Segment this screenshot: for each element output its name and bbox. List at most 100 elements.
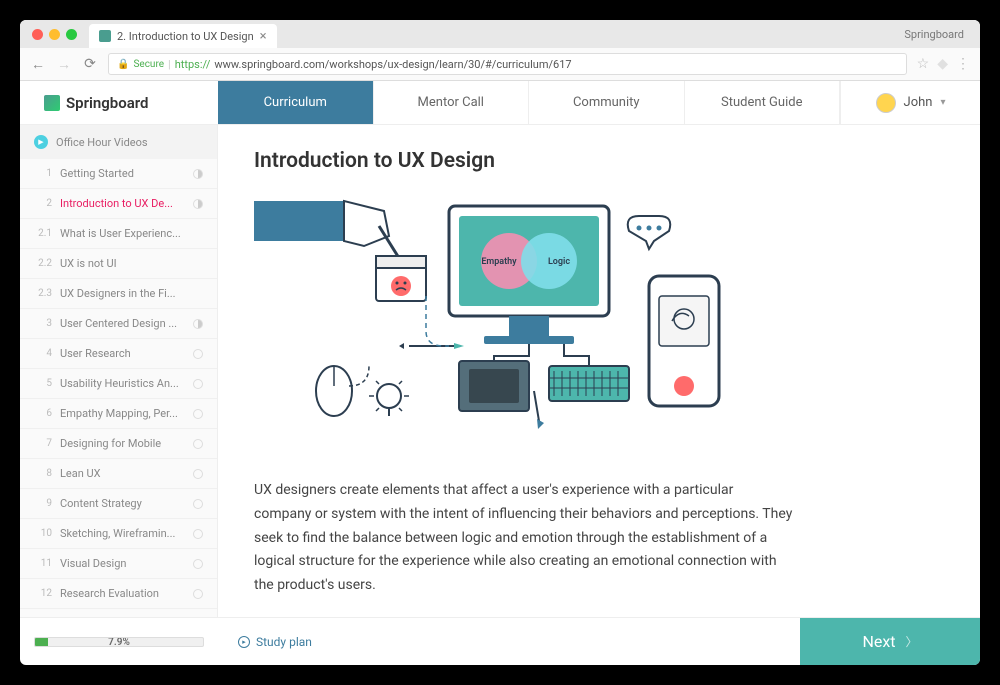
sidebar-item-label: Empathy Mapping, Per... [60, 407, 185, 420]
tab-mentor-call[interactable]: Mentor Call [374, 81, 530, 124]
url-protocol: https:// [175, 58, 211, 71]
sidebar-item-number: 2.1 [34, 228, 52, 239]
sidebar-item[interactable]: 2 Introduction to UX De... [20, 189, 217, 219]
svg-text:Logic: Logic [548, 257, 570, 267]
main: ▶ Office Hour Videos 1Getting Started 2 In… [20, 125, 980, 617]
sidebar-item[interactable]: 11 Visual Design [20, 549, 217, 579]
forward-icon[interactable]: → [56, 56, 72, 73]
sidebar-item-label: Content Strategy [60, 497, 185, 510]
url-input[interactable]: 🔒 Secure | https://www.springboard.com/w… [108, 53, 907, 75]
browser-chrome: 2. Introduction to UX Design × Springboa… [20, 20, 980, 81]
close-window-icon[interactable] [32, 29, 43, 40]
sidebar-item[interactable]: 7Designing for Mobile [20, 429, 217, 459]
footer: 7.9% ▸ Study plan Next 〉 [20, 617, 980, 665]
tab-student-guide[interactable]: Student Guide [685, 81, 841, 124]
sidebar-item-number: 5 [34, 378, 52, 389]
window-label: Springboard [904, 28, 972, 41]
status-icon [193, 319, 203, 329]
avatar [876, 93, 896, 113]
status-icon [193, 409, 203, 419]
sidebar-item-number: 9 [34, 498, 52, 509]
sidebar-item-label: Introduction to UX De... [60, 197, 185, 210]
sidebar-item[interactable]: 6 Empathy Mapping, Per... [20, 399, 217, 429]
back-icon[interactable]: ← [30, 56, 46, 73]
sidebar-item[interactable]: 10Sketching, Wireframin... [20, 519, 217, 549]
tab-community[interactable]: Community [529, 81, 685, 124]
logo-text: Springboard [66, 94, 149, 112]
sidebar-header-label: Office Hour Videos [56, 136, 148, 149]
status-icon [193, 469, 203, 479]
lock-icon: 🔒 [117, 59, 129, 70]
browser-tab[interactable]: 2. Introduction to UX Design × [89, 24, 277, 48]
sidebar-item-number: 8 [34, 468, 52, 479]
user-name: John [904, 95, 933, 110]
sidebar-item[interactable]: 2.1 What is User Experienc... [20, 219, 217, 249]
study-plan-link[interactable]: ▸ Study plan [218, 635, 332, 649]
star-icon[interactable]: ☆ [917, 56, 930, 72]
sidebar-item[interactable]: 2.2 UX is not UI [20, 249, 217, 279]
play-icon: ▶ [34, 135, 48, 149]
hero-illustration: Empathy Logic [254, 191, 734, 451]
sidebar-item-label: Sketching, Wireframin... [60, 527, 185, 540]
chevron-down-icon: ▾ [940, 97, 945, 108]
app: Springboard Curriculum Mentor Call Commu… [20, 81, 980, 665]
sidebar-item-number: 11 [34, 558, 52, 569]
sidebar-item[interactable]: 8 Lean UX [20, 459, 217, 489]
sidebar-item[interactable]: 4User Research [20, 339, 217, 369]
sidebar-item[interactable]: 5 Usability Heuristics An... [20, 369, 217, 399]
minimize-window-icon[interactable] [49, 29, 60, 40]
status-icon [193, 529, 203, 539]
sidebar-header[interactable]: ▶ Office Hour Videos [20, 125, 217, 159]
sidebar-item[interactable]: 1Getting Started [20, 159, 217, 189]
sidebar-item-label: Usability Heuristics An... [60, 377, 185, 390]
sidebar-item-number: 2 [34, 198, 52, 209]
nav-tabs: Curriculum Mentor Call Community Student… [218, 81, 840, 124]
maximize-window-icon[interactable] [66, 29, 77, 40]
sidebar-item-label: Designing for Mobile [60, 437, 185, 450]
tab-close-icon[interactable]: × [260, 29, 267, 44]
next-button[interactable]: Next 〉 [800, 618, 980, 666]
sidebar-item-label: Lean UX [60, 467, 185, 480]
logo-cell: Springboard [20, 81, 218, 124]
play-circle-icon: ▸ [238, 636, 250, 648]
sidebar-item-label: UX Designers in the Fi... [60, 287, 203, 300]
sidebar-item-number: 4 [34, 348, 52, 359]
logo-icon [44, 95, 60, 111]
status-icon [193, 499, 203, 509]
status-icon [193, 589, 203, 599]
sidebar-item-number: 12 [34, 588, 52, 599]
sidebar-item-number: 3 [34, 318, 52, 329]
sidebar-item-label: UX is not UI [60, 257, 203, 270]
status-icon [193, 439, 203, 449]
logo[interactable]: Springboard [44, 94, 149, 112]
tab-title: 2. Introduction to UX Design [117, 30, 254, 43]
tab-curriculum[interactable]: Curriculum [218, 81, 374, 124]
lesson-body: UX designers create elements that affect… [254, 479, 794, 598]
menu-icon[interactable]: ⋮ [956, 56, 970, 72]
sidebar-item-number: 2.2 [34, 258, 52, 269]
sidebar-item[interactable]: 13Capstone Project [20, 609, 217, 617]
sidebar-item-label: Getting Started [60, 167, 185, 180]
secure-label: Secure [133, 59, 164, 70]
sidebar-item-label: Research Evaluation [60, 587, 185, 600]
progress-label: 7.9% [35, 637, 203, 647]
status-icon [193, 559, 203, 569]
address-bar: ← → ⟳ 🔒 Secure | https://www.springboard… [20, 48, 980, 80]
sidebar-item-label: What is User Experienc... [60, 227, 203, 240]
status-icon [193, 199, 203, 209]
top-nav: Springboard Curriculum Mentor Call Commu… [20, 81, 980, 125]
sidebar-item[interactable]: 9 Content Strategy [20, 489, 217, 519]
study-plan-label: Study plan [256, 635, 312, 649]
user-menu[interactable]: John ▾ [840, 81, 980, 124]
sidebar-item[interactable]: 12 Research Evaluation [20, 579, 217, 609]
sidebar-item-number: 6 [34, 408, 52, 419]
next-label: Next [862, 632, 895, 651]
sidebar-item[interactable]: 2.3UX Designers in the Fi... [20, 279, 217, 309]
sidebar-item-label: Visual Design [60, 557, 185, 570]
reload-icon[interactable]: ⟳ [82, 56, 98, 72]
extension-icon[interactable]: ◆ [937, 56, 948, 72]
sidebar-item[interactable]: 3User Centered Design ... [20, 309, 217, 339]
traffic-lights [28, 29, 77, 40]
progress-bar: 7.9% [34, 637, 204, 647]
content: Introduction to UX Design E [218, 125, 980, 617]
